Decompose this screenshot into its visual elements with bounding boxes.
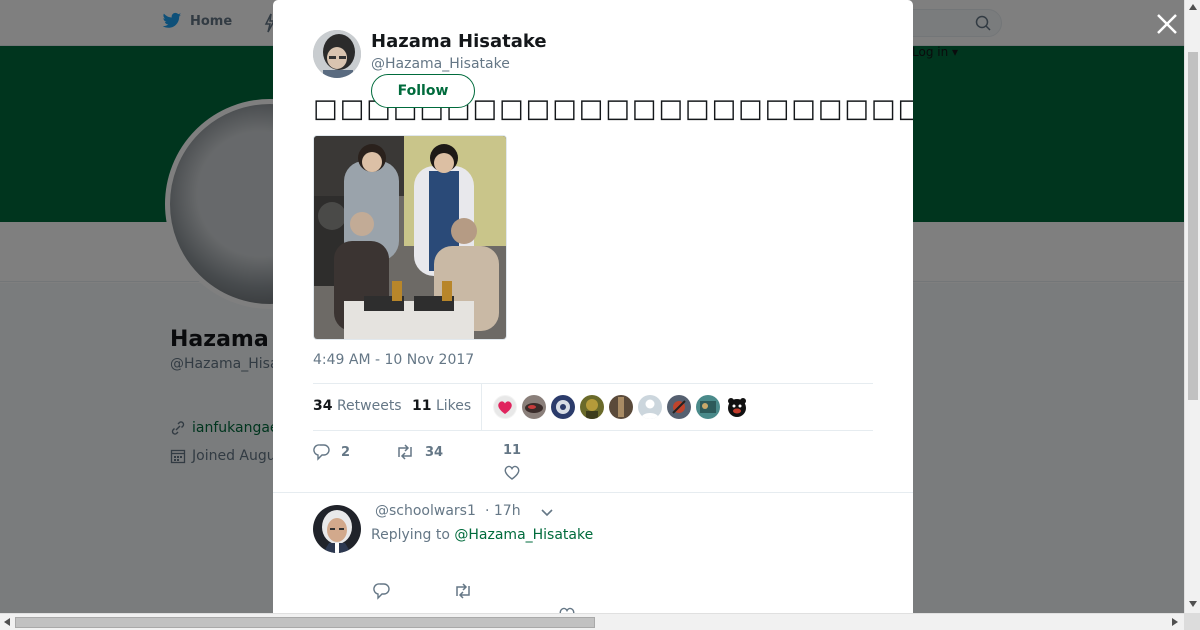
reply-author-handle[interactable]: @schoolwars1 <box>375 503 476 519</box>
reply-avatar-image <box>313 505 361 553</box>
liker-avatar[interactable] <box>609 395 633 419</box>
liker-avatar[interactable] <box>522 395 546 419</box>
likes-count: 11 <box>412 398 432 414</box>
retweets-count: 34 <box>313 398 333 414</box>
chevron-down-icon[interactable] <box>540 507 554 519</box>
liker-avatar[interactable] <box>580 395 604 419</box>
like-action[interactable]: 11 <box>503 443 521 480</box>
liker-avatar[interactable] <box>551 395 575 419</box>
retweets-stat[interactable]: 34 Retweets <box>313 398 402 414</box>
replying-to-link[interactable]: @Hazama_Hisatake <box>454 527 593 543</box>
tweet-timestamp[interactable]: 4:49 AM - 10 Nov 2017 <box>313 352 474 368</box>
liker-avatar[interactable] <box>493 395 517 419</box>
vertical-scroll-thumb[interactable] <box>1188 52 1198 400</box>
scroll-down-arrow-icon[interactable] <box>1189 601 1197 607</box>
horizontal-scrollbar[interactable] <box>0 613 1184 630</box>
author-avatar[interactable] <box>313 30 361 78</box>
retweets-label: Retweets <box>336 398 402 414</box>
replying-to: Replying to @Hazama_Hisatake <box>371 527 593 543</box>
reply-reply-icon[interactable] <box>373 582 391 600</box>
reply-retweet-icon[interactable] <box>453 582 473 600</box>
author-avatar-image <box>313 30 361 78</box>
stats-divider <box>481 384 482 431</box>
liker-avatars <box>493 395 749 419</box>
heart-icon <box>504 465 520 480</box>
tweet-stats: 34 Retweets 11 Likes <box>313 383 873 431</box>
retweet-icon <box>398 444 412 460</box>
liker-avatar[interactable] <box>638 395 662 419</box>
liker-avatar[interactable] <box>696 395 720 419</box>
horizontal-scroll-thumb[interactable] <box>15 617 595 628</box>
vertical-scrollbar[interactable] <box>1184 0 1200 613</box>
tweet-modal: Hazama Hisatake @Hazama_Hisatake Follow … <box>273 0 913 613</box>
scroll-up-arrow-icon[interactable] <box>1189 4 1197 10</box>
author-name[interactable]: Hazama Hisatake <box>371 31 547 52</box>
reply-count: 2 <box>341 444 351 460</box>
tweet-actions: 2 34 11 <box>313 443 713 483</box>
reply-heart-icon[interactable] <box>558 606 576 613</box>
likes-label: Likes <box>435 398 472 414</box>
likes-stat[interactable]: 11 Likes <box>412 398 471 414</box>
author-handle[interactable]: @Hazama_Hisatake <box>371 56 510 72</box>
tweet-photo[interactable] <box>313 135 507 340</box>
scroll-right-arrow-icon[interactable] <box>1172 618 1178 626</box>
follow-button[interactable]: Follow <box>371 74 475 108</box>
scroll-left-arrow-icon[interactable] <box>4 618 10 626</box>
scrollbar-corner <box>1184 613 1200 630</box>
retweet-action[interactable]: 34 <box>395 443 443 461</box>
tweet-photo-image <box>314 136 506 339</box>
liker-avatar[interactable] <box>667 395 691 419</box>
retweet-count: 34 <box>425 444 444 460</box>
close-icon[interactable] <box>1154 11 1180 37</box>
liker-avatar[interactable] <box>725 395 749 419</box>
reply-divider <box>273 492 913 493</box>
replying-to-prefix: Replying to <box>371 527 450 543</box>
like-count: 11 <box>503 443 522 458</box>
reply-icon <box>313 444 330 461</box>
reply-author-avatar[interactable] <box>313 505 361 553</box>
reply-time[interactable]: · 17h <box>485 503 521 519</box>
reply-action[interactable]: 2 <box>313 443 350 461</box>
